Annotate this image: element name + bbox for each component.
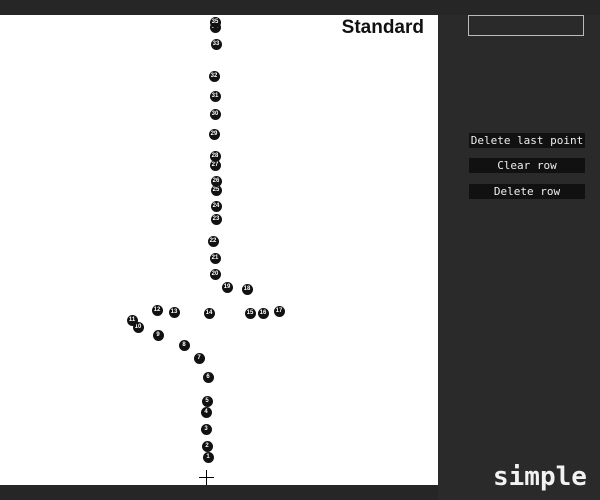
point-marker[interactable]: 30 — [209, 108, 221, 120]
point-marker[interactable]: 12 — [151, 304, 163, 316]
point-marker[interactable]: 22 — [207, 235, 219, 247]
point-marker[interactable]: 18 — [241, 283, 253, 295]
point-marker[interactable]: 17 — [273, 305, 285, 317]
point-marker[interactable]: 23 — [210, 213, 222, 225]
point-marker[interactable]: 20 — [209, 268, 221, 280]
point-marker[interactable]: 4 — [200, 406, 212, 418]
point-marker[interactable]: 32 — [208, 70, 220, 82]
point-marker[interactable]: 6 — [202, 371, 214, 383]
point-marker[interactable]: 21 — [209, 252, 221, 264]
point-marker[interactable]: 14 — [203, 307, 215, 319]
point-marker[interactable]: 31 — [209, 90, 221, 102]
point-marker[interactable]: 29 — [208, 128, 220, 140]
row-name-input[interactable] — [468, 15, 584, 36]
delete-row-button[interactable]: Delete row — [469, 184, 585, 199]
bottom-bar — [0, 485, 438, 500]
point-marker[interactable]: 28 — [209, 150, 221, 162]
point-marker[interactable]: 8 — [178, 339, 190, 351]
crosshair-icon — [198, 469, 214, 485]
point-marker[interactable]: 3 — [200, 423, 212, 435]
point-marker[interactable]: 11 — [126, 314, 138, 326]
point-marker[interactable]: 7 — [193, 352, 205, 364]
canvas-title: Standard — [341, 17, 424, 38]
point-marker[interactable]: 9 — [152, 329, 164, 341]
point-marker[interactable]: 33 — [210, 38, 222, 50]
point-marker[interactable]: 5 — [201, 395, 213, 407]
point-marker[interactable]: 15 — [244, 307, 256, 319]
clear-row-button[interactable]: Clear row — [469, 158, 585, 173]
point-marker[interactable]: 26 — [210, 175, 222, 187]
top-bar — [0, 0, 600, 15]
point-marker[interactable]: 24 — [210, 200, 222, 212]
point-marker[interactable]: 35 — [209, 16, 221, 28]
drawing-canvas[interactable]: Standard 1 2 3 4 5 6 7 8 9 10 11 12 13 14 15 16 17 18 19 20… — [0, 15, 438, 485]
point-marker[interactable]: 1 — [202, 451, 214, 463]
point-marker[interactable]: 16 — [257, 307, 269, 319]
point-marker[interactable]: 19 — [221, 281, 233, 293]
delete-last-point-button[interactable]: Delete last point — [469, 133, 585, 148]
point-marker[interactable]: 2 — [201, 440, 213, 452]
point-marker[interactable]: 13 — [168, 306, 180, 318]
logo-text: simple : — [493, 462, 600, 492]
